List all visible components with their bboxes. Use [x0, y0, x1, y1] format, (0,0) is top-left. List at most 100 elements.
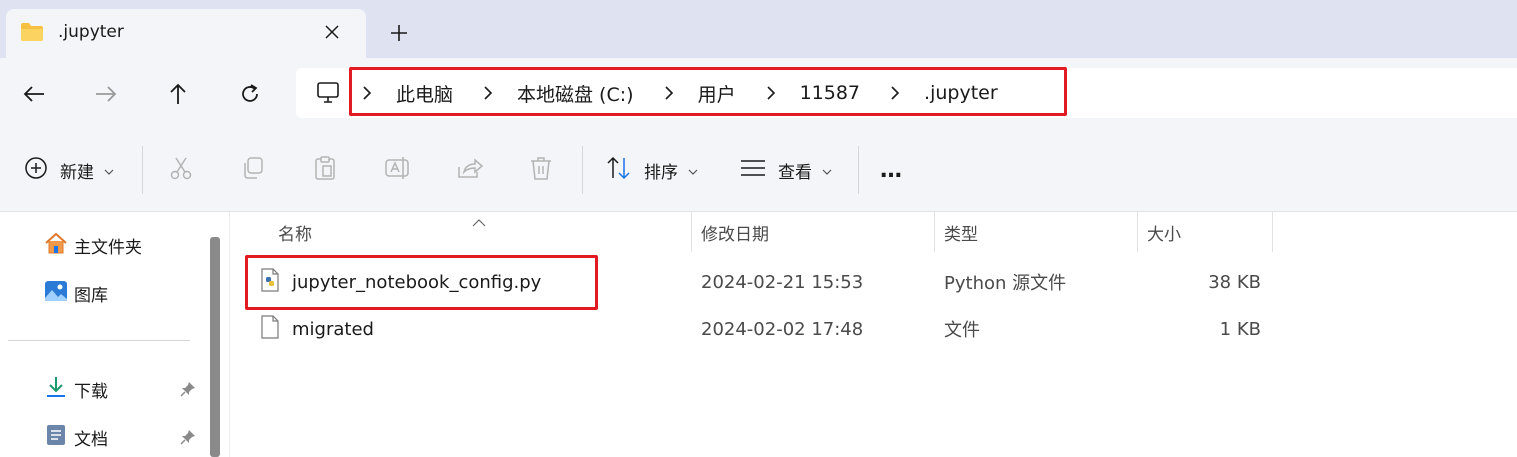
tab-strip: .jupyter — [0, 0, 1517, 58]
document-icon — [44, 424, 68, 451]
sort-arrows-icon — [606, 156, 632, 185]
chevron-right-icon[interactable] — [886, 86, 904, 100]
forward-arrow-icon[interactable] — [88, 76, 124, 112]
more-options-button[interactable]: … — [880, 150, 903, 190]
sidebar-divider — [8, 340, 190, 341]
column-header-name[interactable]: 名称 — [278, 212, 312, 252]
sidebar-item-label: 图库 — [74, 285, 108, 306]
column-header-size[interactable]: 大小 — [1147, 212, 1181, 252]
file-size: 1 KB — [1219, 318, 1261, 340]
toolbar-divider — [858, 146, 859, 194]
scrollbar-thumb[interactable] — [210, 237, 220, 457]
command-bar: 新建 排序 查看 … — [0, 128, 1517, 212]
column-header-label: 名称 — [278, 224, 312, 245]
view-lines-icon — [740, 158, 766, 183]
new-tab-button[interactable] — [384, 18, 414, 48]
share-button[interactable] — [456, 150, 484, 190]
pin-icon[interactable] — [180, 381, 196, 401]
breadcrumb: 此电脑 本地磁盘 (C:) 用户 11587 .jupyter — [358, 68, 1024, 118]
column-divider[interactable] — [934, 212, 935, 252]
breadcrumb-users[interactable]: 用户 — [698, 80, 736, 107]
file-name-cell: migrated — [260, 307, 374, 351]
breadcrumb-user-folder[interactable]: 11587 — [800, 82, 860, 104]
toolbar-divider — [582, 146, 583, 194]
sort-label: 排序 — [644, 162, 678, 183]
sidebar-item-gallery[interactable]: 图库 — [44, 278, 108, 308]
share-icon — [456, 155, 484, 186]
breadcrumb-this-pc[interactable]: 此电脑 — [396, 80, 453, 107]
column-divider[interactable] — [1137, 212, 1138, 252]
column-header-date[interactable]: 修改日期 — [701, 212, 769, 252]
navigation-pane: 主文件夹 图库 下载 文档 — [0, 212, 205, 457]
cut-button[interactable] — [168, 150, 194, 190]
pin-icon[interactable] — [180, 429, 196, 449]
view-label: 查看 — [778, 162, 812, 183]
column-header-label: 修改日期 — [701, 224, 769, 245]
chevron-right-icon[interactable] — [358, 86, 376, 100]
sort-button[interactable]: 排序 — [606, 150, 698, 190]
scissors-icon — [168, 155, 194, 186]
address-row: 此电脑 本地磁盘 (C:) 用户 11587 .jupyter — [0, 58, 1517, 128]
tab-jupyter[interactable]: .jupyter — [6, 9, 366, 58]
column-header-label: 大小 — [1147, 224, 1181, 245]
back-arrow-icon[interactable] — [16, 76, 52, 112]
sidebar-item-label: 下载 — [74, 381, 108, 402]
breadcrumb-local-disk[interactable]: 本地磁盘 (C:) — [517, 80, 634, 107]
more-dots-icon: … — [880, 157, 903, 183]
copy-icon — [240, 155, 266, 186]
close-tab-icon[interactable] — [318, 18, 346, 46]
python-file-icon — [260, 267, 280, 297]
chevron-down-icon — [104, 160, 114, 180]
trash-icon — [528, 155, 554, 186]
view-button[interactable]: 查看 — [740, 150, 832, 190]
this-pc-icon[interactable] — [316, 81, 340, 109]
copy-button[interactable] — [240, 150, 266, 190]
sidebar-item-documents[interactable]: 文档 — [44, 422, 108, 452]
delete-button[interactable] — [528, 150, 554, 190]
file-list: 名称 修改日期 类型 大小 jupyter_notebook_config.py… — [230, 212, 1517, 457]
column-header-type[interactable]: 类型 — [944, 212, 978, 252]
file-name-cell: jupyter_notebook_config.py — [260, 260, 541, 304]
clipboard-icon — [312, 155, 338, 186]
home-icon — [44, 232, 68, 259]
file-date: 2024-02-21 15:53 — [701, 271, 864, 293]
table-row[interactable]: migrated 2024-02-02 17:48 文件 1 KB — [230, 307, 1517, 351]
file-name: jupyter_notebook_config.py — [292, 271, 542, 293]
file-type: Python 源文件 — [944, 273, 1067, 294]
refresh-icon[interactable] — [232, 76, 268, 112]
paste-button[interactable] — [312, 150, 338, 190]
column-divider[interactable] — [691, 212, 692, 252]
rename-icon — [384, 155, 412, 186]
plus-circle-icon — [24, 156, 48, 185]
file-date: 2024-02-02 17:48 — [701, 318, 864, 340]
up-arrow-icon[interactable] — [160, 76, 196, 112]
breadcrumb-jupyter[interactable]: .jupyter — [924, 82, 998, 104]
file-name: migrated — [292, 318, 374, 340]
rename-button[interactable] — [384, 150, 412, 190]
chevron-down-icon — [822, 160, 832, 180]
chevron-down-icon — [688, 160, 698, 180]
sidebar-item-label: 文档 — [74, 429, 108, 450]
column-divider[interactable] — [1272, 212, 1273, 252]
tab-title: .jupyter — [58, 22, 124, 42]
new-button[interactable]: 新建 — [24, 150, 114, 190]
sort-ascending-icon — [472, 212, 486, 231]
new-label: 新建 — [60, 162, 94, 183]
chevron-right-icon[interactable] — [660, 86, 678, 100]
chevron-right-icon[interactable] — [762, 86, 780, 100]
folder-icon — [20, 22, 44, 46]
column-header-label: 类型 — [944, 224, 978, 245]
gallery-icon — [44, 280, 68, 307]
file-type: 文件 — [944, 320, 980, 341]
file-size: 38 KB — [1208, 271, 1261, 293]
chevron-right-icon[interactable] — [479, 86, 497, 100]
toolbar-divider — [142, 146, 143, 194]
sidebar-item-label: 主文件夹 — [74, 237, 142, 258]
sidebar-scrollbar[interactable] — [205, 212, 230, 457]
sidebar-item-home[interactable]: 主文件夹 — [44, 230, 142, 260]
file-icon — [260, 314, 280, 344]
table-row[interactable]: jupyter_notebook_config.py 2024-02-21 15… — [230, 260, 1517, 304]
address-bar[interactable]: 此电脑 本地磁盘 (C:) 用户 11587 .jupyter — [296, 67, 1517, 118]
download-icon — [44, 376, 68, 403]
sidebar-item-downloads[interactable]: 下载 — [44, 374, 108, 404]
